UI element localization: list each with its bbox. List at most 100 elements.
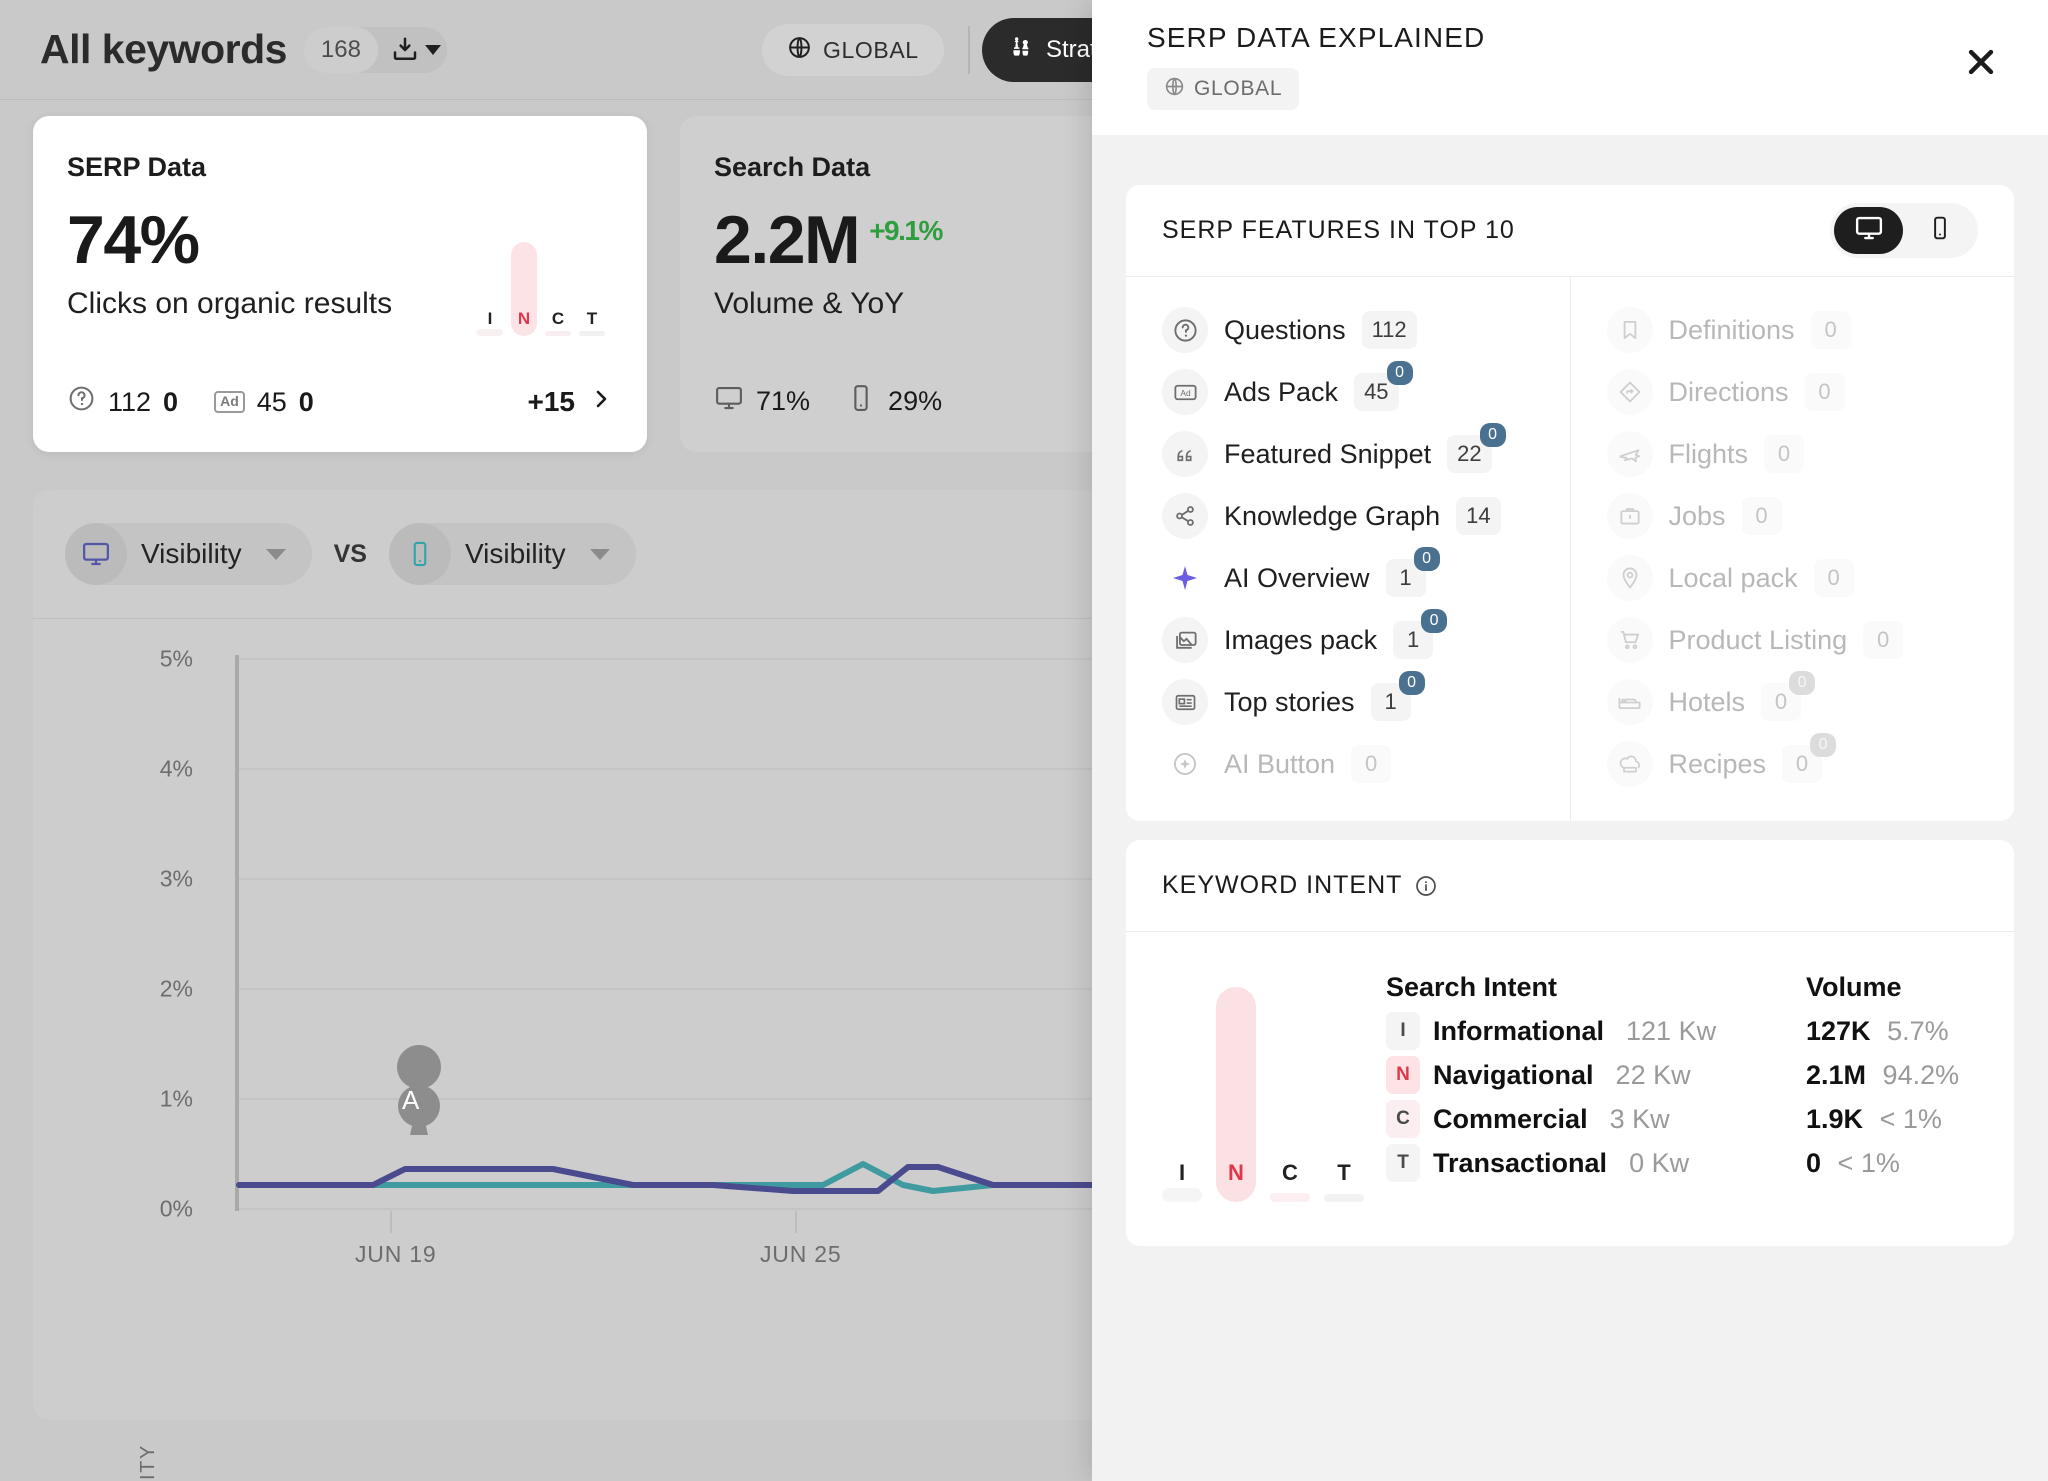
plane-icon [1606, 431, 1653, 477]
feature-badge: 0 [1810, 733, 1837, 757]
search-mobile-value: 29% [888, 386, 943, 416]
chef-hat-icon [1606, 741, 1653, 787]
intent-percent: 5.7% [1887, 1015, 1949, 1046]
feature-row-definitions[interactable]: Definitions 0 [1571, 299, 2015, 361]
feature-row-ai-overview[interactable]: AI Overview 1 0 [1126, 547, 1570, 609]
feature-row-knowledge-graph[interactable]: Knowledge Graph 14 [1126, 485, 1570, 547]
intent-bar-letter: I [1178, 1160, 1186, 1185]
device-toggle-desktop[interactable] [1834, 207, 1903, 254]
question-circle-icon [1162, 307, 1208, 353]
page-title: All keywords [40, 26, 287, 72]
download-icon[interactable] [390, 35, 441, 65]
global-filter-label: GLOBAL [823, 36, 919, 63]
feature-label: Images pack [1224, 624, 1378, 655]
serp-card-intent-minibars: I N C T [477, 224, 605, 336]
info-icon[interactable] [1414, 874, 1438, 898]
close-icon[interactable] [1959, 40, 2003, 84]
intent-keywords: 22 Kw [1615, 1059, 1691, 1090]
feature-label: Definitions [1668, 314, 1795, 345]
toolbar-divider [968, 26, 970, 74]
keyword-intent-row: T Transactional 0 Kw 0 < 1% [1386, 1141, 1978, 1185]
intent-name: Transactional [1433, 1147, 1608, 1178]
feature-count: 112 [1361, 311, 1417, 349]
feature-count-wrap: 112 [1361, 311, 1417, 349]
serp-features-card: SERP FEATURES IN TOP 10 Questions 112 Ad… [1126, 185, 2014, 821]
feature-row-ads-pack[interactable]: Ad Ads Pack 45 0 [1126, 361, 1570, 423]
feature-row-top-stories[interactable]: Top stories 1 0 [1126, 671, 1570, 733]
serp-data-card[interactable]: SERP Data 74% Clicks on organic results … [33, 116, 647, 452]
feature-badge: 0 [1398, 671, 1425, 695]
feature-label: Questions [1224, 314, 1346, 345]
newspaper-icon [1162, 679, 1208, 725]
feature-count-wrap: 1 0 [1370, 671, 1425, 721]
intent-percent: < 1% [1837, 1147, 1900, 1178]
feature-count: 0 [1810, 311, 1851, 349]
intent-name: Commercial [1433, 1103, 1588, 1134]
serp-ads-stat: Ad 45 0 [214, 387, 314, 418]
intent-bar-letter: N [1228, 1160, 1244, 1185]
intent-volume: 1.9K [1806, 1103, 1864, 1134]
feature-row-local-pack[interactable]: Local pack 0 [1571, 547, 2015, 609]
feature-count-wrap: 0 [1810, 311, 1851, 349]
feature-count-wrap: 14 [1456, 497, 1501, 535]
feature-count-wrap: 0 [1804, 373, 1845, 411]
minibar-letter: C [551, 309, 565, 328]
keyword-count-group[interactable]: 168 [303, 26, 447, 73]
images-icon [1162, 617, 1208, 663]
feature-count: 0 [1351, 745, 1392, 783]
minibar-navigational: N [511, 224, 537, 336]
mobile-icon [388, 523, 451, 585]
serp-card-title: SERP Data [67, 152, 207, 182]
feature-row-directions[interactable]: Directions 0 [1571, 361, 2015, 423]
feature-label: Jobs [1668, 500, 1726, 531]
metric-selector-mobile[interactable]: Visibility [388, 523, 636, 585]
feature-label: Product Listing [1668, 624, 1848, 655]
feature-label: Hotels [1668, 686, 1746, 717]
sparkle-icon [1162, 555, 1208, 601]
feature-row-jobs[interactable]: Jobs 0 [1571, 485, 2015, 547]
search-mobile-share: 29% [846, 383, 942, 420]
feature-row-featured-snippet[interactable]: Featured Snippet 22 0 [1126, 423, 1570, 485]
globe-icon [1164, 76, 1185, 103]
mobile-icon [846, 383, 876, 420]
intent-tag: N [1386, 1056, 1420, 1094]
minibar-informational: I [477, 224, 503, 336]
intent-keywords: 121 Kw [1626, 1015, 1717, 1046]
map-pin-icon [1606, 555, 1653, 601]
intent-bar-transactional: T [1324, 972, 1364, 1202]
feature-count-wrap: 1 0 [1393, 609, 1448, 659]
device-toggle-mobile[interactable] [1905, 207, 1974, 254]
feature-row-images-pack[interactable]: Images pack 1 0 [1126, 609, 1570, 671]
intent-name: Navigational [1433, 1059, 1594, 1090]
feature-row-flights[interactable]: Flights 0 [1571, 423, 2015, 485]
quote-icon [1162, 431, 1208, 477]
feature-row-questions[interactable]: Questions 112 [1126, 299, 1570, 361]
briefcase-icon [1606, 493, 1653, 539]
feature-count: 14 [1456, 497, 1501, 535]
chart-y-axis-label: VISIBILITY [137, 1444, 160, 1481]
global-filter-button[interactable]: GLOBAL [762, 24, 944, 76]
serp-more-button[interactable]: +15 [528, 386, 614, 418]
device-toggle[interactable] [1830, 203, 1978, 258]
search-card-delta: +9.1% [869, 215, 943, 246]
serp-features-grid: Questions 112 Ad Ads Pack 45 0 Featured … [1126, 277, 2014, 821]
feature-label: Flights [1668, 438, 1749, 469]
panel-global-badge: GLOBAL [1147, 68, 1300, 110]
feature-label: Recipes [1668, 748, 1767, 779]
feature-label: Featured Snippet [1224, 438, 1432, 469]
feature-badge: 0 [1413, 547, 1440, 571]
chevron-down-icon[interactable] [265, 548, 286, 560]
panel-title: SERP DATA EXPLAINED [1147, 22, 1486, 53]
feature-row-product-listing[interactable]: Product Listing 0 [1571, 609, 2015, 671]
feature-row-hotels[interactable]: Hotels 0 0 [1571, 671, 2015, 733]
feature-count-wrap: 0 [1863, 621, 1904, 659]
feature-row-recipes[interactable]: Recipes 0 0 [1571, 733, 2015, 795]
desktop-icon [1854, 213, 1884, 248]
feature-badge: 0 [1386, 361, 1413, 385]
serp-ads-delta: 0 [298, 386, 314, 417]
chevron-down-icon[interactable] [589, 548, 610, 560]
col-header-search-intent: Search Intent [1386, 972, 1558, 1002]
feature-badge: 0 [1789, 671, 1816, 695]
metric-selector-desktop[interactable]: Visibility [65, 523, 312, 585]
feature-row-ai-button[interactable]: AI Button 0 [1126, 733, 1570, 795]
